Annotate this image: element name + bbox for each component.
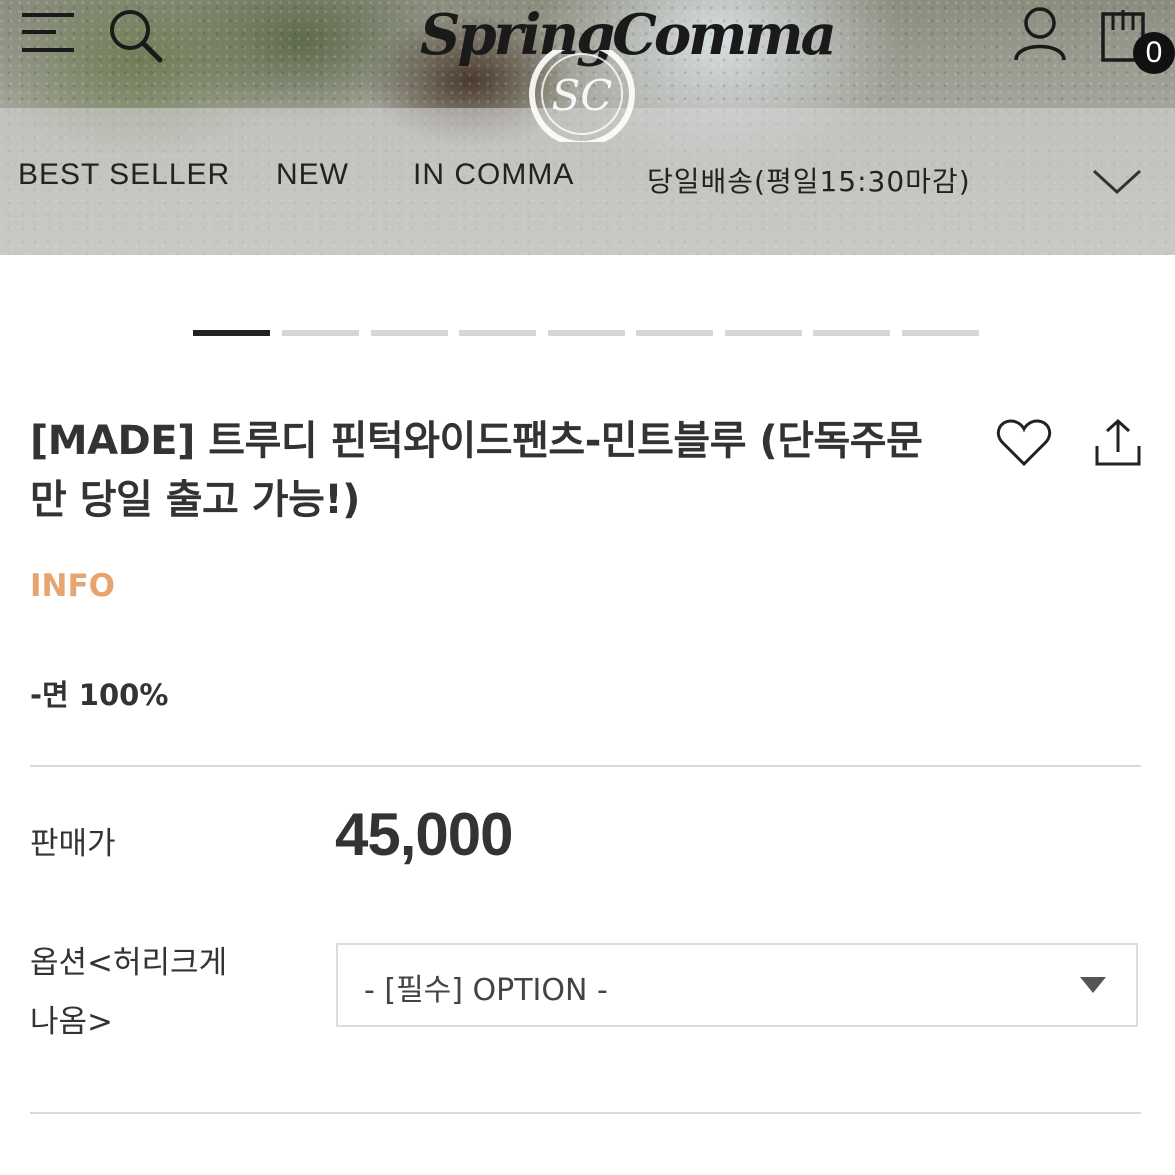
dropdown-arrow-icon — [1080, 977, 1106, 993]
option-label: 옵션<허리크게 나옴> — [30, 937, 227, 1041]
info-label: INFO — [30, 568, 116, 604]
divider — [30, 765, 1141, 767]
material-text: -면 100% — [30, 678, 169, 712]
price-label: 판매가 — [30, 826, 116, 862]
carousel-dot[interactable] — [459, 330, 536, 336]
brand-seal-icon: SC — [529, 50, 635, 142]
carousel-dot[interactable] — [282, 330, 359, 336]
option-select[interactable]: - [필수] OPTION - — [336, 943, 1138, 1027]
carousel-dot[interactable] — [371, 330, 448, 336]
option-select-value: - [필수] OPTION - — [364, 973, 608, 1008]
svg-text:SC: SC — [552, 71, 613, 120]
nav-item-in-comma[interactable]: IN COMMA — [413, 158, 574, 192]
chevron-down-icon[interactable] — [1092, 168, 1142, 196]
carousel-dot-active[interactable] — [193, 330, 270, 336]
product-title: [MADE] 트루디 핀턱와이드팬츠-민트블루 (단독주문만 당일 출고 가능!… — [30, 418, 923, 523]
option-label-line1: 옵션<허리크게 — [30, 945, 228, 981]
carousel-dot[interactable] — [813, 330, 890, 336]
divider — [30, 1112, 1141, 1114]
user-icon[interactable] — [1013, 6, 1067, 62]
menu-icon[interactable] — [22, 12, 76, 54]
price-value: 45,000 — [335, 801, 514, 868]
carousel-dot[interactable] — [725, 330, 802, 336]
nav-item-new[interactable]: NEW — [276, 158, 349, 192]
carousel-dot[interactable] — [548, 330, 625, 336]
carousel-dot[interactable] — [902, 330, 979, 336]
cart-count-badge: 0 — [1133, 32, 1175, 74]
option-label-line2: 나옴> — [30, 1004, 114, 1040]
nav-item-best-seller[interactable]: BEST SELLER — [18, 158, 230, 192]
heart-icon[interactable] — [996, 418, 1052, 468]
carousel-dot[interactable] — [636, 330, 713, 336]
share-icon[interactable] — [1094, 418, 1142, 468]
search-icon[interactable] — [108, 8, 164, 64]
nav-item-same-day-delivery[interactable]: 당일배송(평일15:30마감) — [647, 160, 971, 200]
